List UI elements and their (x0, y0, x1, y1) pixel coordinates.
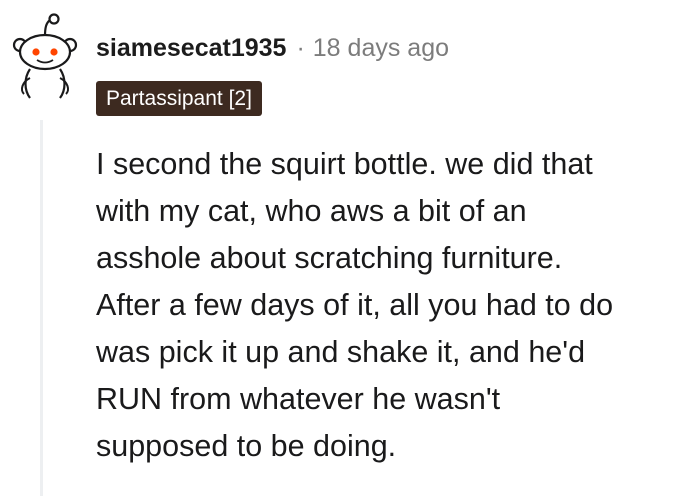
comment-body-line: I second the squirt bottle. we did that (96, 147, 593, 181)
comment-body-line: RUN from whatever he wasn't (96, 382, 501, 416)
comment-body: I second the squirt bottle. we did that … (96, 141, 696, 470)
comment-body-line: with my cat, who aws a bit of an (96, 194, 527, 228)
snoo-avatar-icon[interactable] (8, 12, 82, 100)
comment-body-line: asshole about scratching furniture. (96, 241, 563, 275)
separator-dot: · (296, 34, 305, 62)
user-flair: Partassipant [2] (96, 81, 262, 116)
comment-header: siamesecat1935 · 18 days ago (96, 30, 449, 66)
comment-body-line: supposed to be doing. (96, 429, 397, 463)
thread-line[interactable] (40, 120, 43, 496)
username-link[interactable]: siamesecat1935 (96, 30, 286, 66)
timestamp[interactable]: 18 days ago (313, 30, 449, 66)
comment-body-line: After a few days of it, all you had to d… (96, 288, 614, 322)
comment-body-line: was pick it up and shake it, and he'd (96, 335, 586, 369)
comment: siamesecat1935 · 18 days ago Partassipan… (0, 0, 700, 496)
